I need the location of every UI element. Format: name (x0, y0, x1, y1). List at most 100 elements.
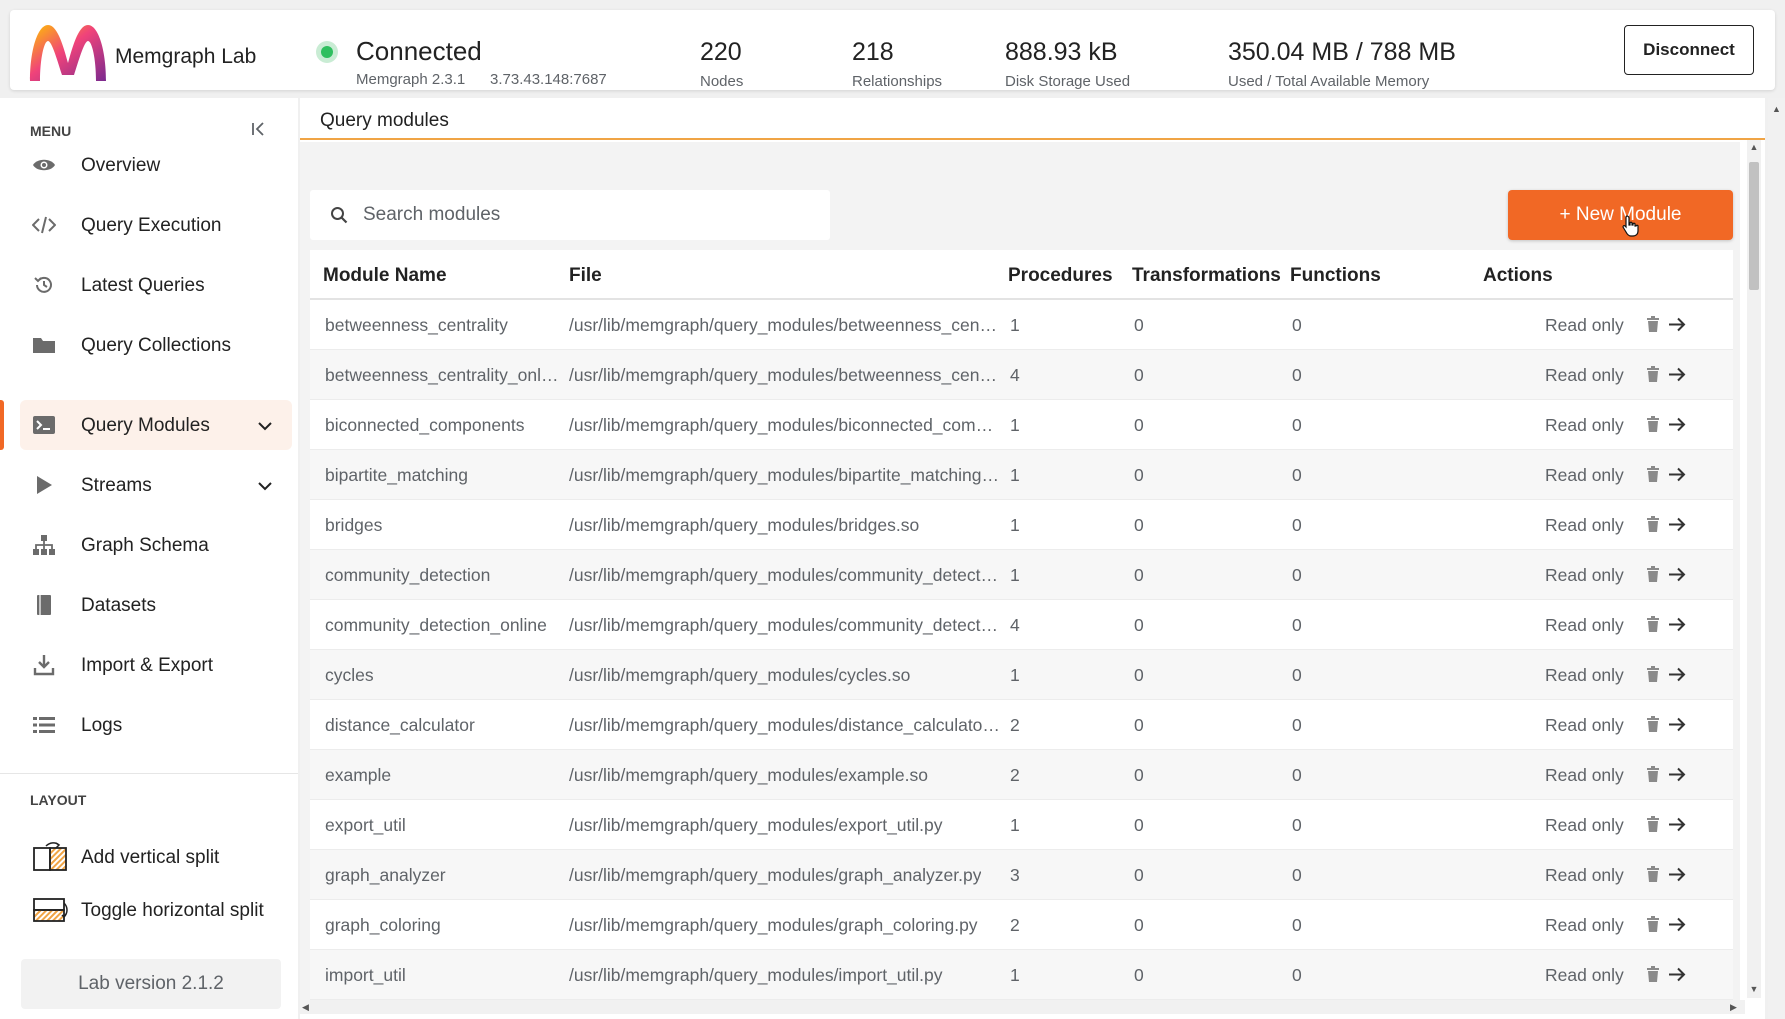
column-header-module-name[interactable]: Module Name (323, 265, 447, 287)
trash-icon[interactable] (1646, 916, 1660, 933)
table-row[interactable]: export_util/usr/lib/memgraph/query_modul… (310, 800, 1733, 850)
stat-nodes: 220 Nodes (700, 38, 743, 90)
table-row[interactable]: community_detection_online/usr/lib/memgr… (310, 600, 1733, 650)
cell-transformations: 0 (1134, 915, 1144, 935)
sidebar-item-streams[interactable]: Streams (20, 460, 292, 510)
arrow-right-icon[interactable] (1668, 866, 1686, 883)
cell-procedures: 1 (1010, 315, 1020, 335)
add-vertical-split-button[interactable]: Add vertical split (20, 832, 292, 882)
scroll-up-icon[interactable]: ▲ (1772, 104, 1782, 114)
cell-file: /usr/lib/memgraph/query_modules/biconnec… (569, 415, 1001, 435)
stat-label: Nodes (700, 73, 744, 90)
chevron-down-icon[interactable] (256, 477, 274, 495)
search-input[interactable] (363, 198, 813, 232)
sidebar-item-label: Streams (81, 475, 152, 496)
cell-access: Read only (1545, 865, 1624, 885)
toggle-horizontal-split-button[interactable]: Toggle horizontal split (20, 885, 292, 935)
cell-module-name: bridges (325, 515, 383, 535)
sidebar-item-label: Logs (81, 715, 123, 736)
table-row[interactable]: betweenness_centrality_online/usr/lib/me… (310, 350, 1733, 400)
column-header-procedures[interactable]: Procedures (1008, 265, 1113, 287)
horizontal-scrollbar[interactable]: ◀ ▶ (300, 1000, 1745, 1014)
terminal-icon (32, 414, 56, 436)
cell-functions: 0 (1292, 665, 1302, 685)
sidebar-item-query-execution[interactable]: Query Execution (20, 200, 292, 250)
sidebar-item-import-export[interactable]: Import & Export (20, 640, 292, 690)
cell-module-name: community_detection (325, 565, 491, 585)
cell-module-name: biconnected_components (325, 415, 525, 435)
memgraph-logo-icon (24, 19, 112, 85)
table-row[interactable]: cycles/usr/lib/memgraph/query_modules/cy… (310, 650, 1733, 700)
trash-icon[interactable] (1646, 366, 1660, 383)
scroll-left-icon[interactable]: ◀ (302, 1002, 312, 1012)
sidebar-item-overview[interactable]: Overview (20, 140, 292, 190)
new-module-button[interactable]: + New Module (1508, 190, 1733, 240)
arrow-right-icon[interactable] (1668, 466, 1686, 483)
table-row[interactable]: example/usr/lib/memgraph/query_modules/e… (310, 750, 1733, 800)
sidebar-item-graph-schema[interactable]: Graph Schema (20, 520, 292, 570)
trash-icon[interactable] (1646, 516, 1660, 533)
table-row[interactable]: betweenness_centrality/usr/lib/memgraph/… (310, 300, 1733, 350)
arrow-right-icon[interactable] (1668, 416, 1686, 433)
sidebar-item-datasets[interactable]: Datasets (20, 580, 292, 630)
trash-icon[interactable] (1646, 716, 1660, 733)
arrow-right-icon[interactable] (1668, 616, 1686, 633)
table-row[interactable]: graph_coloring/usr/lib/memgraph/query_mo… (310, 900, 1733, 950)
table-row[interactable]: biconnected_components/usr/lib/memgraph/… (310, 400, 1733, 450)
cell-transformations: 0 (1134, 865, 1144, 885)
collapse-sidebar-icon[interactable] (250, 120, 268, 138)
trash-icon[interactable] (1646, 666, 1660, 683)
scroll-up-icon[interactable]: ▲ (1749, 142, 1759, 152)
arrow-right-icon[interactable] (1668, 366, 1686, 383)
table-row[interactable]: graph_analyzer/usr/lib/memgraph/query_mo… (310, 850, 1733, 900)
arrow-right-icon[interactable] (1668, 516, 1686, 533)
trash-icon[interactable] (1646, 966, 1660, 983)
scroll-right-icon[interactable]: ▶ (1730, 1002, 1740, 1012)
arrow-right-icon[interactable] (1668, 666, 1686, 683)
search-box (310, 190, 830, 240)
table-row[interactable]: bridges/usr/lib/memgraph/query_modules/b… (310, 500, 1733, 550)
table-row[interactable]: distance_calculator/usr/lib/memgraph/que… (310, 700, 1733, 750)
table-row[interactable]: community_detection/usr/lib/memgraph/que… (310, 550, 1733, 600)
column-header-file[interactable]: File (569, 265, 602, 287)
arrow-right-icon[interactable] (1668, 716, 1686, 733)
page-vertical-scrollbar[interactable]: ▲ (1768, 98, 1785, 1019)
table-row[interactable]: bipartite_matching/usr/lib/memgraph/quer… (310, 450, 1733, 500)
trash-icon[interactable] (1646, 466, 1660, 483)
lab-version: Lab version 2.1.2 (21, 959, 281, 1009)
disconnect-button[interactable]: Disconnect (1624, 25, 1754, 75)
cell-functions: 0 (1292, 415, 1302, 435)
arrow-right-icon[interactable] (1668, 966, 1686, 983)
page-title: Query modules (320, 110, 449, 131)
cell-file: /usr/lib/memgraph/query_modules/communit… (569, 565, 1001, 585)
arrow-right-icon[interactable] (1668, 766, 1686, 783)
arrow-right-icon[interactable] (1668, 566, 1686, 583)
trash-icon[interactable] (1646, 316, 1660, 333)
chevron-down-icon[interactable] (256, 417, 274, 435)
column-header-functions[interactable]: Functions (1290, 265, 1381, 287)
sidebar-item-query-collections[interactable]: Query Collections (20, 320, 292, 370)
trash-icon[interactable] (1646, 416, 1660, 433)
table-row[interactable]: import_util/usr/lib/memgraph/query_modul… (310, 950, 1733, 1000)
column-header-transformations[interactable]: Transformations (1132, 265, 1281, 287)
scrollbar-thumb[interactable] (1749, 162, 1759, 290)
scroll-down-icon[interactable]: ▼ (1749, 984, 1759, 994)
trash-icon[interactable] (1646, 616, 1660, 633)
trash-icon[interactable] (1646, 866, 1660, 883)
sidebar-item-query-modules[interactable]: Query Modules (0, 400, 292, 450)
trash-icon[interactable] (1646, 766, 1660, 783)
sidebar-item-latest-queries[interactable]: Latest Queries (20, 260, 292, 310)
stat-label: Used / Total Available Memory (1228, 73, 1430, 90)
content-vertical-scrollbar[interactable]: ▲ ▼ (1747, 140, 1761, 998)
arrow-right-icon[interactable] (1668, 916, 1686, 933)
table-body: betweenness_centrality/usr/lib/memgraph/… (310, 300, 1733, 1000)
menu-heading: MENU (30, 123, 72, 139)
cell-file: /usr/lib/memgraph/query_modules/export_u… (569, 815, 943, 835)
trash-icon[interactable] (1646, 816, 1660, 833)
sidebar-item-logs[interactable]: Logs (20, 700, 292, 750)
arrow-right-icon[interactable] (1668, 316, 1686, 333)
cell-module-name: cycles (325, 665, 374, 685)
arrow-right-icon[interactable] (1668, 816, 1686, 833)
trash-icon[interactable] (1646, 566, 1660, 583)
history-icon (32, 274, 56, 296)
